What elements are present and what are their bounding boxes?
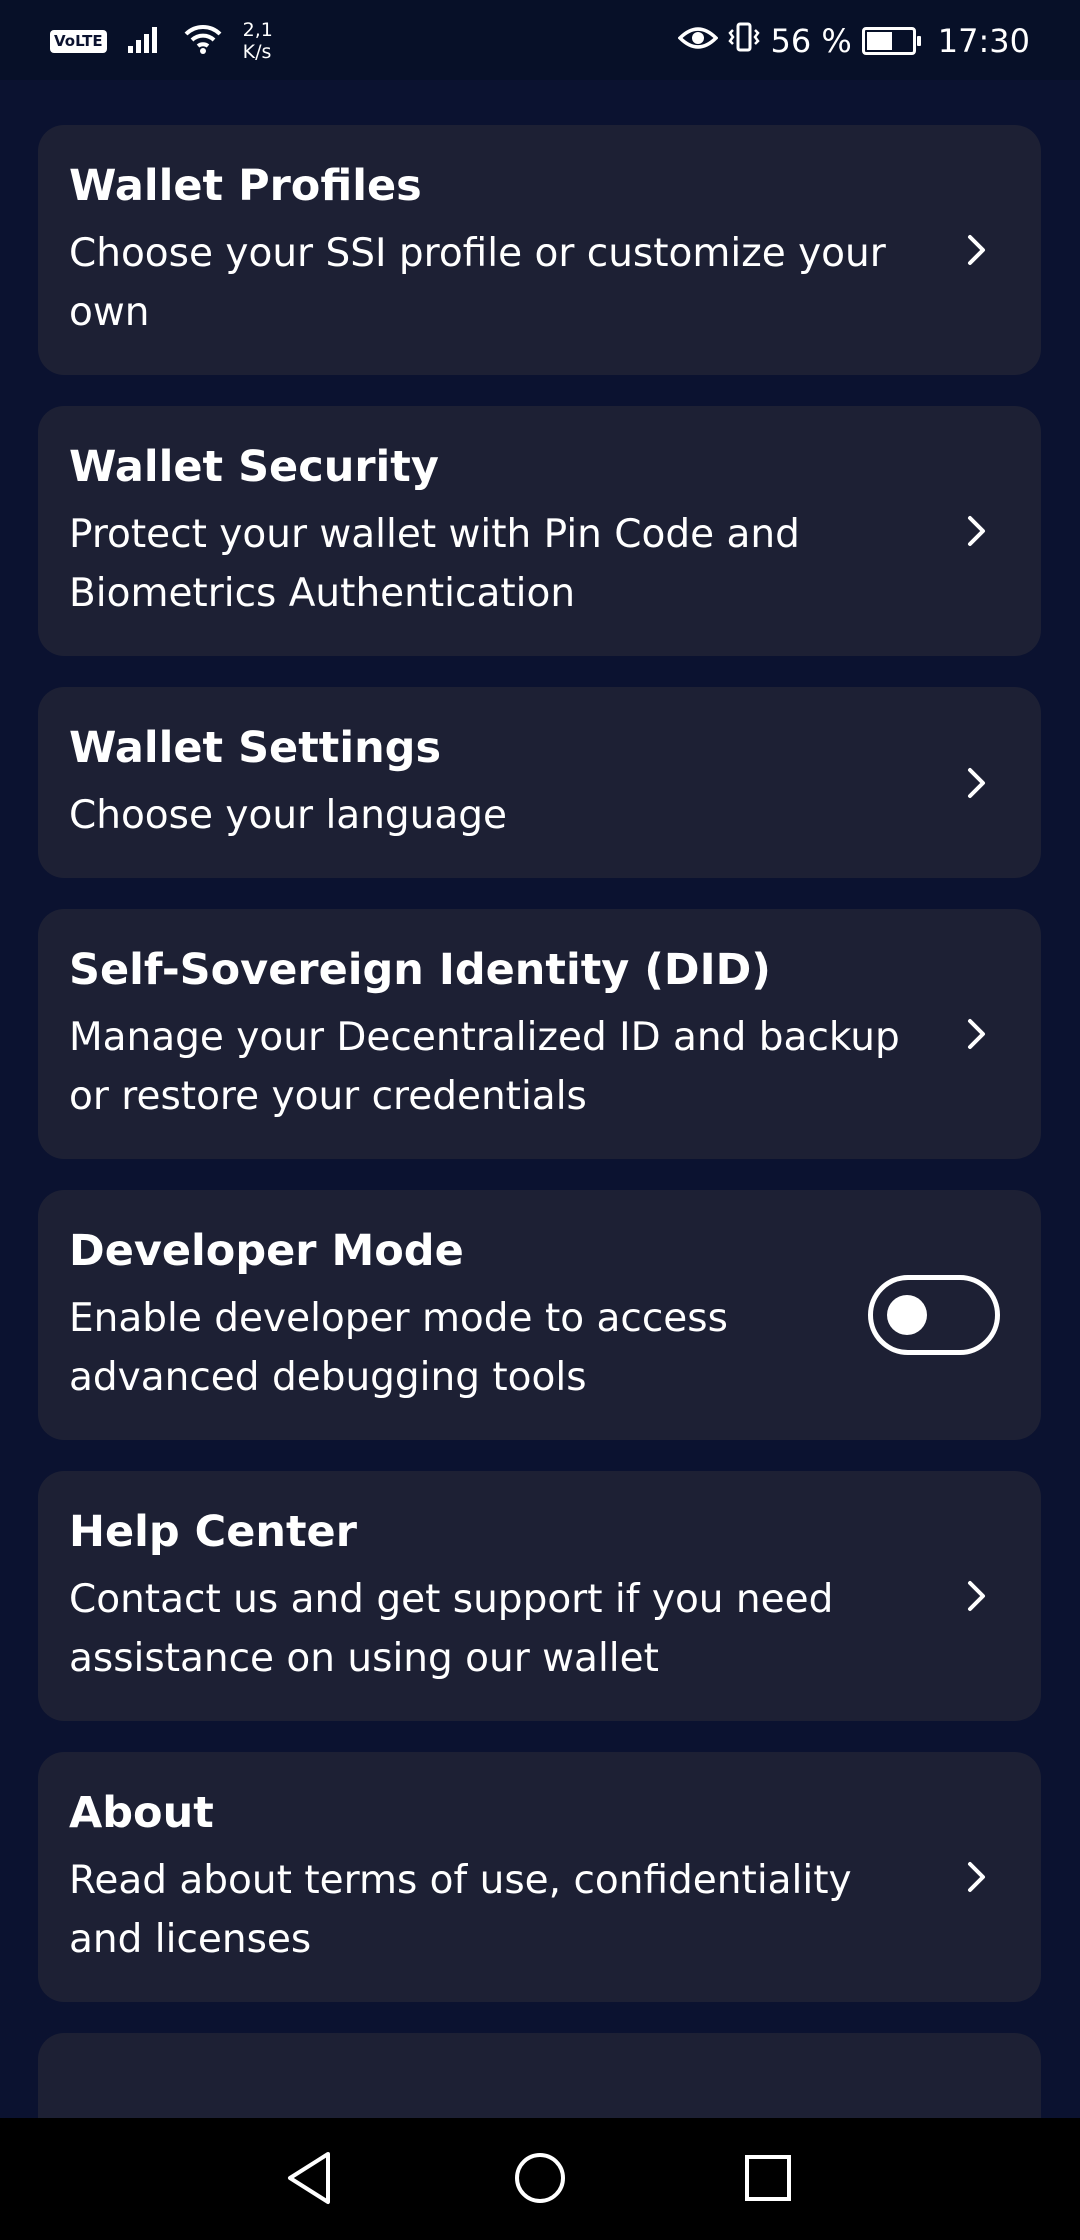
home-button[interactable] xyxy=(500,2138,580,2218)
battery-percent: 56 % xyxy=(770,22,852,60)
chevron-right-icon xyxy=(968,516,985,546)
settings-card[interactable]: About Read about terms of use, confidenti… xyxy=(38,1752,1041,2002)
status-right: 56 % 17:30 xyxy=(678,18,1030,64)
settings-card-title: About xyxy=(69,1788,214,1838)
battery-level xyxy=(866,32,892,50)
settings-card-title: Developer Mode xyxy=(69,1226,464,1276)
settings-list: Wallet Profiles Choose your SSI profile o… xyxy=(38,125,1041,2240)
network-speed-unit: K/s xyxy=(242,41,272,63)
status-left: VoLTE 2,1 K/s xyxy=(50,18,273,64)
home-icon xyxy=(515,2153,565,2203)
network-speed: 2,1 K/s xyxy=(243,19,273,63)
settings-screen: VoLTE 2,1 K/s 56 % 17:30 Wallet Profiles… xyxy=(0,0,1080,2240)
vibrate-icon xyxy=(728,21,761,61)
navigation-bar xyxy=(0,2118,1080,2240)
settings-card-description: Choose your language xyxy=(69,793,508,838)
settings-card-description: Choose your SSI profile or customize you… xyxy=(69,231,886,335)
settings-card-description: Contact us and get support if you need a… xyxy=(69,1577,834,1681)
settings-card-title: Self-Sovereign Identity (DID) xyxy=(69,945,771,995)
developer-mode-toggle[interactable] xyxy=(868,1275,1000,1355)
settings-card[interactable]: Help Center Contact us and get support if… xyxy=(38,1471,1041,1721)
settings-card-title: Wallet Settings xyxy=(69,723,442,773)
recents-icon xyxy=(745,2155,791,2201)
back-icon xyxy=(288,2152,330,2204)
settings-card[interactable]: Wallet Profiles Choose your SSI profile o… xyxy=(38,125,1041,375)
settings-card[interactable]: Self-Sovereign Identity (DID) Manage your… xyxy=(38,909,1041,1159)
toggle-knob xyxy=(887,1295,927,1335)
recents-button[interactable] xyxy=(728,2138,808,2218)
settings-card-title: Wallet Profiles xyxy=(69,161,422,211)
chevron-right-icon xyxy=(968,1581,985,1611)
settings-card[interactable]: Wallet Security Protect your wallet with … xyxy=(38,406,1041,656)
chevron-right-icon xyxy=(968,1862,985,1892)
chevron-right-icon xyxy=(968,767,985,798)
clock: 17:30 xyxy=(937,22,1030,60)
settings-card-description: Enable developer mode to access advanced… xyxy=(69,1296,728,1400)
settings-card[interactable]: Developer Mode Enable developer mode to a… xyxy=(38,1190,1041,1440)
wifi-icon xyxy=(183,23,223,59)
settings-card[interactable]: Wallet Settings Choose your language xyxy=(38,687,1041,878)
eye-icon xyxy=(678,22,719,60)
back-button[interactable] xyxy=(270,2138,350,2218)
settings-card-description: Protect your wallet with Pin Code and Bi… xyxy=(69,512,800,616)
settings-card-title: Wallet Security xyxy=(69,442,439,492)
chevron-right-icon xyxy=(968,235,985,265)
settings-card-description: Manage your Decentralized ID and backup … xyxy=(69,1015,900,1119)
status-bar: VoLTE 2,1 K/s 56 % 17:30 xyxy=(0,0,1080,80)
chevron-right-icon xyxy=(968,1019,985,1049)
network-speed-value: 2,1 xyxy=(242,19,273,41)
battery-charging-icon xyxy=(861,27,921,55)
signal-icon xyxy=(127,24,163,58)
settings-card-description: Read about terms of use, confidentiality… xyxy=(69,1858,852,1962)
volte-icon: VoLTE xyxy=(50,29,107,53)
settings-card-title: Help Center xyxy=(69,1507,357,1557)
